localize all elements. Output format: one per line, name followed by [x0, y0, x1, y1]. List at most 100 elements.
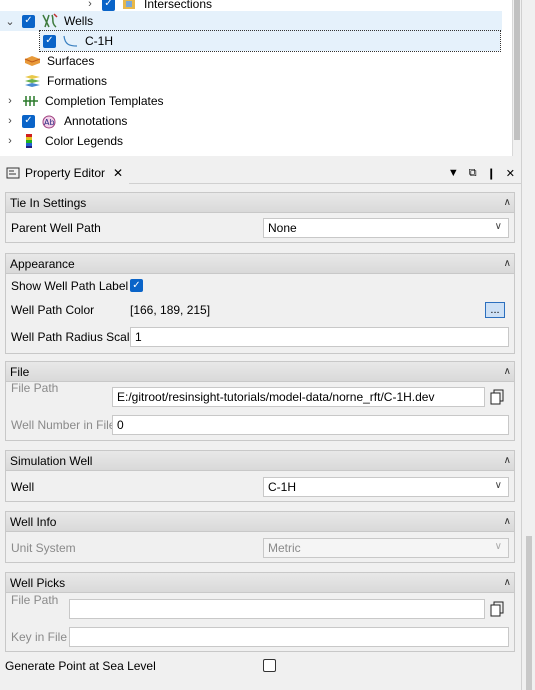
file-path-input[interactable]: E:/gitroot/resinsight-tutorials/model-da…	[112, 387, 485, 407]
property-editor-dock-header: Property Editor ✕ ▼ ⧉ ❙ ✕	[0, 161, 521, 184]
float-window-icon[interactable]: ⧉	[469, 167, 477, 180]
copy-icon[interactable]	[487, 387, 507, 407]
sea-level-row: Generate Point at Sea Level	[0, 656, 521, 676]
tree-item-label: Formations	[47, 74, 108, 88]
tree-item-label: Wells	[64, 14, 94, 28]
chevron-right-icon[interactable]: ›	[4, 131, 16, 151]
tree-item-surfaces[interactable]: Surfaces	[18, 51, 94, 71]
project-tree[interactable]: › ✓ Intersections ⌄ ✓ Wells ✓ C-1H Surfa…	[0, 0, 512, 156]
property-editor: Tie In Settings ∧ Parent Well Path None …	[0, 184, 521, 690]
color-legends-icon	[26, 134, 32, 148]
collapse-icon[interactable]: ∧	[504, 366, 511, 377]
property-editor-icon	[6, 167, 20, 178]
show-label-checkbox[interactable]: ✓	[130, 279, 143, 292]
radius-scale-input[interactable]: 1	[130, 327, 509, 347]
close-tab-icon[interactable]: ✕	[113, 166, 123, 180]
group-well-info: Well Info ∧ Unit System Metric ∨	[5, 511, 515, 563]
group-header[interactable]: Tie In Settings ∧	[6, 193, 514, 213]
tree-scrollbar-thumb[interactable]	[514, 0, 520, 140]
unit-system-label: Unit System	[11, 541, 76, 555]
simulation-well-combo[interactable]: C-1H ∨	[263, 477, 509, 497]
tree-item-formations[interactable]: Formations	[18, 71, 107, 91]
tree-item-label: Annotations	[64, 114, 128, 128]
well-picks-file-path-input[interactable]	[69, 599, 485, 619]
collapse-icon[interactable]: ∧	[504, 455, 511, 466]
tree-item-label: Color Legends	[45, 134, 124, 148]
property-editor-title: Property Editor	[25, 165, 106, 180]
file-path-label: File Path	[11, 381, 59, 395]
group-title: Tie In Settings	[10, 195, 87, 210]
chevron-right-icon[interactable]: ›	[4, 111, 16, 131]
radius-scale-label: Well Path Radius Scale	[11, 330, 137, 344]
dropdown-arrow-icon[interactable]: ▼	[448, 167, 459, 179]
collapse-icon[interactable]: ∧	[504, 258, 511, 269]
combo-value: None	[268, 221, 297, 235]
unit-system-combo: Metric ∨	[263, 538, 509, 558]
tree-scrollbar[interactable]	[512, 0, 521, 156]
collapse-icon[interactable]: ∧	[504, 197, 511, 208]
close-icon[interactable]: ✕	[506, 167, 515, 180]
group-file: File ∧ File Path E:/gitroot/resinsight-t…	[5, 361, 515, 441]
well-picks-file-path-label: File Path	[11, 593, 59, 607]
chevron-right-icon[interactable]: ›	[4, 91, 16, 111]
well-number-label: Well Number in File	[11, 418, 116, 432]
chevron-down-icon: ∨	[494, 221, 502, 232]
parent-well-path-label: Parent Well Path	[11, 221, 101, 235]
group-header[interactable]: Appearance ∧	[6, 254, 514, 274]
collapse-icon[interactable]: ∧	[504, 516, 511, 527]
annotations-icon: Ab	[42, 115, 56, 129]
formations-icon	[25, 75, 40, 87]
tree-checkbox[interactable]: ✓	[22, 114, 35, 128]
show-label-label: Show Well Path Label	[11, 279, 129, 293]
tree-checkbox[interactable]: ✓	[102, 0, 115, 11]
well-path-color-label: Well Path Color	[11, 303, 95, 317]
tree-checkbox[interactable]: ✓	[22, 14, 35, 28]
window-scrollbar[interactable]	[521, 0, 535, 690]
tree-item-annotations[interactable]: › ✓ Ab Annotations	[0, 111, 127, 131]
group-title: Appearance	[10, 256, 75, 271]
chevron-down-icon: ∨	[494, 541, 502, 552]
group-appearance: Appearance ∧ Show Well Path Label ✓ Well…	[5, 253, 515, 354]
chevron-down-icon[interactable]: ⌄	[4, 11, 16, 31]
key-in-file-label: Key in File	[11, 630, 68, 644]
group-header[interactable]: Simulation Well ∧	[6, 451, 514, 471]
svg-text:Ab: Ab	[44, 118, 55, 127]
tree-item-label: Intersections	[144, 0, 213, 11]
group-header[interactable]: Well Info ∧	[6, 512, 514, 532]
well-path-icon	[63, 35, 78, 47]
group-well-picks: Well Picks ∧ File Path Key in File	[5, 572, 515, 652]
tree-item-label: C-1H	[85, 34, 114, 48]
surfaces-icon	[24, 56, 41, 66]
collapse-icon[interactable]: ∧	[504, 577, 511, 588]
well-number-input[interactable]: 0	[112, 415, 509, 435]
key-in-file-input[interactable]	[69, 627, 509, 647]
copy-icon[interactable]	[487, 599, 507, 619]
wells-icon	[42, 13, 58, 28]
tree-item-label: Surfaces	[47, 54, 95, 68]
group-header[interactable]: File ∧	[6, 362, 514, 382]
group-title: Simulation Well	[10, 453, 93, 468]
tree-item-completion-templates[interactable]: › Completion Templates	[0, 91, 164, 111]
tree-checkbox[interactable]: ✓	[43, 34, 56, 48]
group-title: File	[10, 364, 30, 379]
combo-value: C-1H	[268, 480, 297, 494]
property-editor-tab[interactable]: Property Editor ✕	[0, 161, 130, 184]
group-header[interactable]: Well Picks ∧	[6, 573, 514, 593]
tree-item-color-legends[interactable]: › Color Legends	[0, 131, 123, 151]
group-title: Well Picks	[10, 575, 66, 590]
parent-well-path-combo[interactable]: None ∨	[263, 218, 509, 238]
well-path-color-value: [166, 189, 215]	[130, 303, 211, 317]
tree-item-c-1h[interactable]: ✓ C-1H	[39, 30, 501, 52]
combo-value: Metric	[268, 541, 301, 555]
color-picker-button[interactable]: ...	[485, 302, 505, 318]
sea-level-label: Generate Point at Sea Level	[5, 659, 156, 673]
group-title: Well Info	[10, 514, 57, 529]
pin-icon[interactable]: ❙	[487, 167, 496, 180]
sea-level-checkbox[interactable]	[263, 659, 276, 672]
chevron-down-icon: ∨	[494, 480, 502, 491]
tree-item-wells[interactable]: ⌄ ✓ Wells	[0, 11, 502, 31]
window-scrollbar-thumb[interactable]	[526, 536, 532, 690]
group-simulation-well: Simulation Well ∧ Well C-1H ∨	[5, 450, 515, 502]
tree-item-label: Completion Templates	[45, 94, 164, 108]
well-label: Well	[11, 480, 35, 494]
